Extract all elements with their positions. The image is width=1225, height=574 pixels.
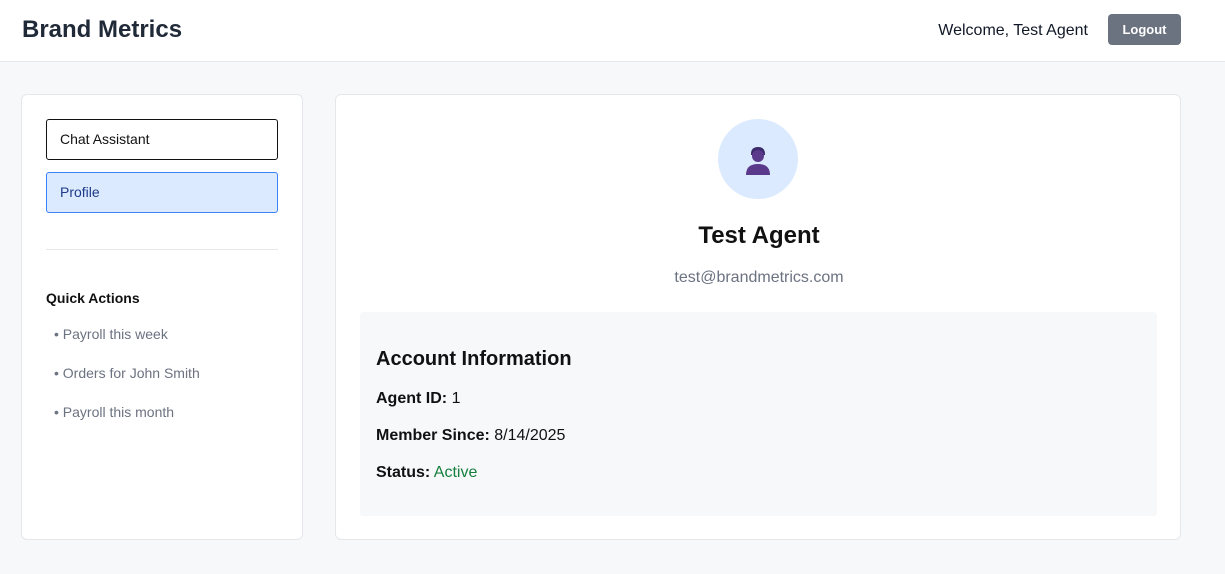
sidebar: Chat Assistant Profile Quick Actions • P… [21,94,303,540]
agent-id-row: Agent ID: 1 [376,390,460,408]
status-row: Status: Active [376,464,477,482]
nav-profile[interactable]: Profile [46,172,278,213]
sidebar-divider [46,249,278,250]
avatar [718,119,798,199]
member-since-value: 8/14/2025 [494,427,566,444]
profile-name: Test Agent [698,222,820,249]
member-since-row: Member Since: 8/14/2025 [376,427,565,445]
member-since-label: Member Since: [376,427,490,444]
profile-email: test@brandmetrics.com [674,269,844,286]
account-information-title: Account Information [376,348,572,370]
quick-actions-title: Quick Actions [46,290,140,306]
profile-panel: Test Agent test@brandmetrics.com Account… [335,94,1181,540]
agent-id-value: 1 [451,390,461,407]
nav-chat-assistant[interactable]: Chat Assistant [46,119,278,160]
welcome-text: Welcome, Test Agent [938,22,1088,39]
quick-action-orders-john-smith[interactable]: • Orders for John Smith [54,365,200,381]
agent-id-label: Agent ID: [376,390,448,407]
user-icon [746,147,770,175]
logout-button[interactable]: Logout [1108,14,1181,45]
brand-title: Brand Metrics [22,16,183,43]
account-information-card: Account Information Agent ID: 1 Member S… [360,312,1157,516]
quick-action-payroll-month[interactable]: • Payroll this month [54,404,174,420]
status-label: Status: [376,464,431,481]
status-badge: Active [433,464,478,481]
top-bar: Brand Metrics Welcome, Test Agent Logout [0,0,1225,62]
quick-action-payroll-week[interactable]: • Payroll this week [54,326,168,342]
